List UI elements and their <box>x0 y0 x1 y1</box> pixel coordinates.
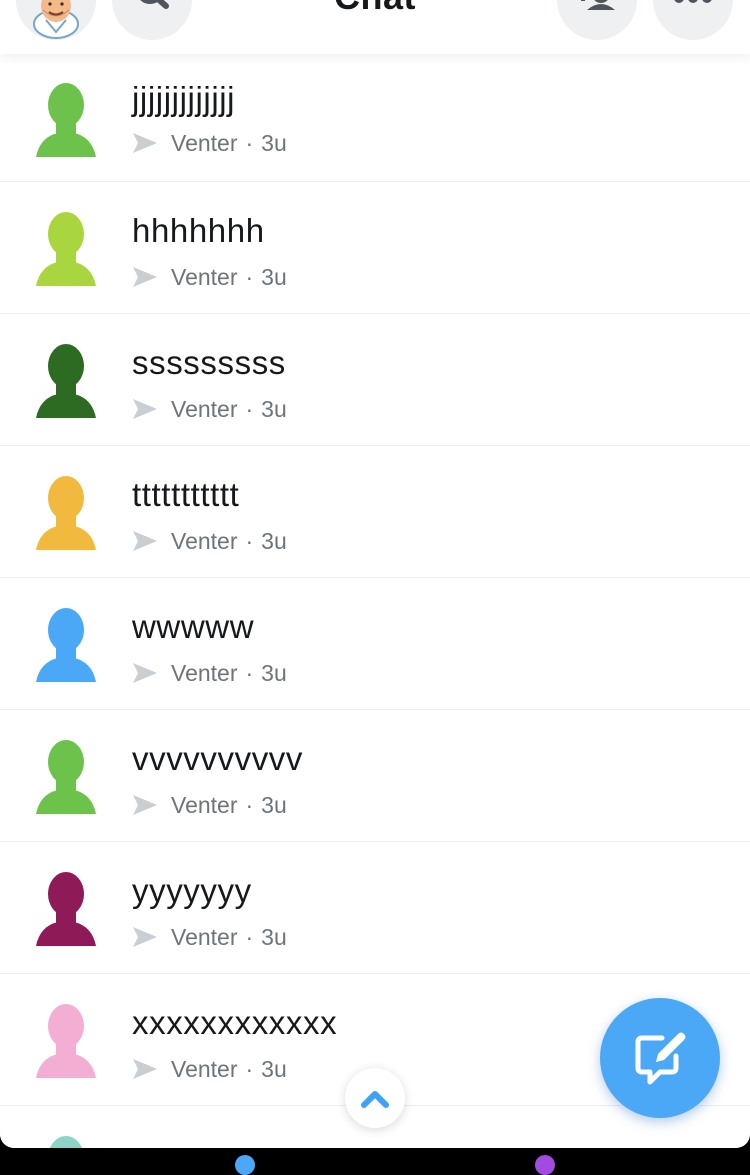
time-text: 3u <box>261 923 287 950</box>
bitmoji-silhouette-icon <box>36 476 96 550</box>
chat-status: Venter · 3u <box>132 261 287 293</box>
separator-dot: · <box>245 923 254 950</box>
chat-status: Venter · 3u <box>132 789 287 821</box>
sent-icon-wrap <box>132 398 158 420</box>
sent-icon-wrap <box>132 530 158 552</box>
bitmoji-silhouette-icon <box>36 83 96 157</box>
chat-status: Venter · 3u <box>132 1053 287 1085</box>
chat-name: vvvvvvvvvv <box>132 740 303 777</box>
separator-dot: · <box>245 527 254 554</box>
sent-arrow-icon <box>133 795 157 815</box>
separator-dot: · <box>245 129 254 156</box>
chat-name: jjjjjjjjjjjjj <box>132 80 236 117</box>
chevron-up-icon <box>361 1091 389 1108</box>
chat-name: ttttttttttt <box>132 476 240 513</box>
sent-icon-wrap <box>132 926 158 948</box>
sent-icon-wrap <box>132 794 158 816</box>
status-text: Venter <box>171 129 238 156</box>
bitmoji-silhouette-icon <box>36 740 96 814</box>
sent-arrow-icon <box>133 267 157 287</box>
chat-name: xxxxxxxxxxxx <box>132 1004 338 1041</box>
time-text: 3u <box>261 263 287 290</box>
chat-row[interactable]: wwwww Venter · 3u <box>0 578 750 710</box>
status-text: Venter <box>171 791 238 818</box>
status-text: Venter <box>171 395 238 422</box>
time-text: 3u <box>261 659 287 686</box>
sent-icon-wrap <box>132 132 158 154</box>
time-text: 3u <box>261 1055 287 1082</box>
sent-icon-wrap <box>132 662 158 684</box>
chat-screen: Chat jjjjjjjjjjjjj Venter · 3u hhhhhhh Venter… <box>0 0 750 1148</box>
sent-arrow-icon <box>133 1059 157 1079</box>
chat-status: Venter · 3u <box>132 921 287 953</box>
friend-avatar[interactable] <box>36 474 96 552</box>
sent-arrow-icon <box>133 133 157 153</box>
new-chat-button[interactable] <box>600 998 720 1118</box>
bitmoji-silhouette-icon <box>36 1004 96 1078</box>
bitmoji-silhouette-icon <box>36 212 96 286</box>
status-text: Venter <box>171 263 238 290</box>
chat-list: jjjjjjjjjjjjj Venter · 3u hhhhhhh Venter · 3u ss… <box>0 54 750 1148</box>
chat-name: hhhhhhh <box>132 212 265 249</box>
chat-row[interactable]: jjjjjjjjjjjjj Venter · 3u <box>0 54 750 182</box>
status-text: Venter <box>171 923 238 950</box>
separator-dot: · <box>245 263 254 290</box>
time-text: 3u <box>261 527 287 554</box>
friend-avatar[interactable] <box>36 1002 96 1080</box>
friend-avatar[interactable] <box>36 1134 96 1148</box>
friend-avatar[interactable] <box>36 738 96 816</box>
chat-row[interactable]: vvvvvvvvvv Venter · 3u <box>0 710 750 842</box>
separator-dot: · <box>245 1055 254 1082</box>
friend-avatar[interactable] <box>36 870 96 948</box>
status-text: Venter <box>171 1055 238 1082</box>
nav-indicator-left <box>235 1155 255 1175</box>
add-friend-icon <box>581 0 615 10</box>
chat-row[interactable]: hhhhhhh Venter · 3u <box>0 182 750 314</box>
more-icon <box>674 0 712 3</box>
sent-icon-wrap <box>132 266 158 288</box>
sent-arrow-icon <box>133 531 157 551</box>
page-title: Chat <box>0 0 750 18</box>
friend-avatar[interactable] <box>36 606 96 684</box>
chat-row[interactable]: sssssssss Venter · 3u <box>0 314 750 446</box>
status-text: Venter <box>171 659 238 686</box>
chat-status: Venter · 3u <box>132 127 287 159</box>
sent-arrow-icon <box>133 399 157 419</box>
friend-avatar[interactable] <box>36 342 96 420</box>
add-friend-button[interactable] <box>557 0 637 40</box>
time-text: 3u <box>261 791 287 818</box>
new-chat-icon <box>635 1032 686 1085</box>
friend-avatar[interactable] <box>36 210 96 288</box>
status-text: Venter <box>171 527 238 554</box>
chat-status: Venter · 3u <box>132 525 287 557</box>
chat-name: yyyyyyy <box>132 872 252 909</box>
chat-row[interactable]: ttttttttttt Venter · 3u <box>0 446 750 578</box>
nav-indicator-right <box>535 1155 555 1175</box>
sent-icon-wrap <box>132 1058 158 1080</box>
chat-status: Venter · 3u <box>132 657 287 689</box>
friend-avatar[interactable] <box>36 81 96 159</box>
bitmoji-silhouette-icon <box>36 344 96 418</box>
scroll-to-top-button[interactable] <box>345 1068 405 1128</box>
chat-header: Chat <box>0 0 750 54</box>
time-text: 3u <box>261 395 287 422</box>
separator-dot: · <box>245 791 254 818</box>
bitmoji-silhouette-icon <box>49 1136 83 1148</box>
bitmoji-silhouette-icon <box>36 608 96 682</box>
chat-name: wwwww <box>132 608 255 645</box>
chat-status: Venter · 3u <box>132 393 287 425</box>
separator-dot: · <box>245 395 254 422</box>
more-button[interactable] <box>653 0 733 40</box>
sent-arrow-icon <box>133 927 157 947</box>
separator-dot: · <box>245 659 254 686</box>
sent-arrow-icon <box>133 663 157 683</box>
bitmoji-silhouette-icon <box>36 872 96 946</box>
chat-row[interactable]: yyyyyyy Venter · 3u <box>0 842 750 974</box>
chat-name: sssssssss <box>132 344 286 381</box>
time-text: 3u <box>261 129 287 156</box>
